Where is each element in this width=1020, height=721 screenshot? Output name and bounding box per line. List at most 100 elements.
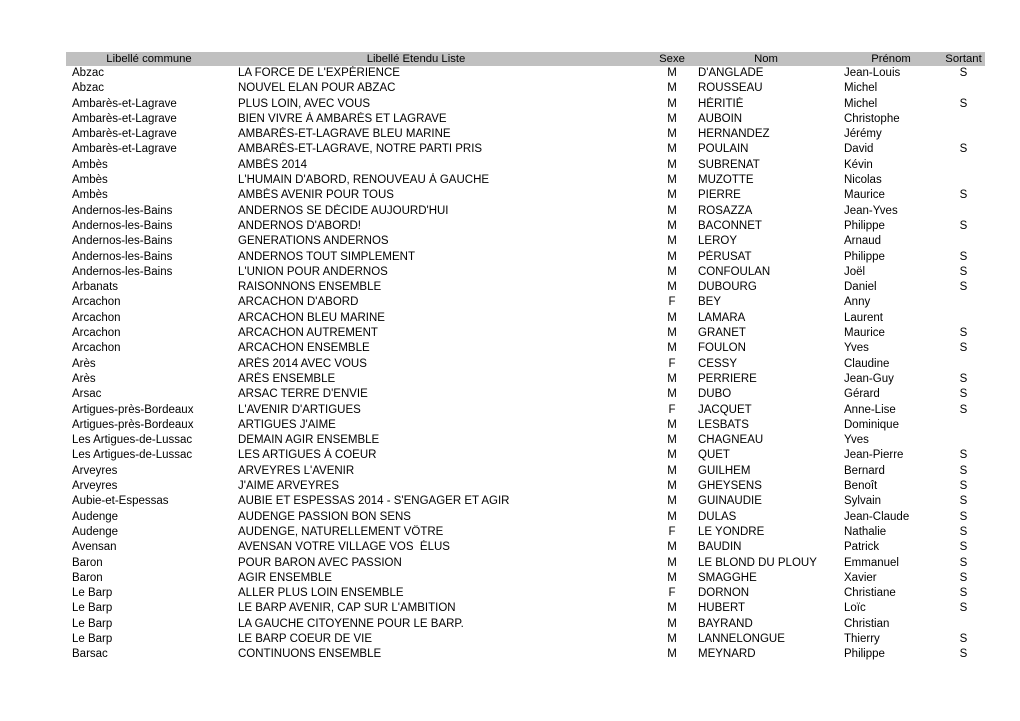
table-row[interactable]: Les Artigues-de-Lussac DEMAIN AGIR ENSEMB…: [66, 433, 985, 448]
cell-nom: CONFOULAN: [698, 265, 771, 278]
column-header-prenom[interactable]: Prénom: [840, 52, 942, 66]
column-header-commune[interactable]: Libellé commune: [66, 52, 238, 66]
table-row[interactable]: Le Barp ALLER PLUS LOIN ENSEMBLE F DORNON Ch…: [66, 586, 985, 601]
table-row[interactable]: Artigues-près-Bordeaux ARTIGUES J'AIME M LE…: [66, 418, 985, 433]
cell-prenom: Christophe: [844, 112, 900, 125]
cell-sexe: M: [667, 112, 677, 125]
table-row[interactable]: Ambès AMBÈS 2014 M SUBRENAT Kévin: [66, 158, 985, 173]
cell-nom: CESSY: [698, 357, 737, 370]
cell-nom: DUBO: [698, 388, 732, 401]
table-row[interactable]: Arbanats RAISONNONS ENSEMBLE M DUBOURG Danie…: [66, 280, 985, 295]
table-row[interactable]: Arsac ARSAC TERRE D'ENVIE M DUBO Gérard S: [66, 387, 985, 402]
table-row[interactable]: Arès ARÈS 2014 AVEC VOUS F CESSY Claudine: [66, 357, 985, 372]
table-row[interactable]: Le Barp LE BARP COEUR DE VIE M LANNELONGUE T…: [66, 632, 985, 647]
table-row[interactable]: Arveyres J'AIME ARVEYRES M GHEYSENS Benoît S: [66, 479, 985, 494]
cell-commune: Ambarès-et-Lagrave: [72, 143, 177, 156]
cell-sortant: S: [959, 587, 968, 600]
cell-sortant: S: [959, 449, 968, 462]
cell-prenom: Jean-Yves: [844, 204, 898, 217]
table-row[interactable]: Baron AGIR ENSEMBLE M SMAGGHE Xavier S: [66, 571, 985, 586]
cell-sexe: M: [667, 174, 677, 187]
cell-sexe: M: [667, 480, 677, 493]
table-row[interactable]: Le Barp LE BARP AVENIR, CAP SUR L'AMBITIO…: [66, 601, 985, 616]
cell-sortant: S: [959, 250, 968, 263]
cell-liste: ARSAC TERRE D'ENVIE: [238, 388, 368, 401]
cell-commune: Avensan: [72, 541, 117, 554]
column-header-sexe[interactable]: Sexe: [652, 52, 692, 66]
table-row[interactable]: Ambès AMBÈS AVENIR POUR TOUS M PIERRE Mauric…: [66, 188, 985, 203]
table-row[interactable]: Arcachon ARCACHON AUTREMENT M GRANET Maurice…: [66, 326, 985, 341]
cell-prenom: Philippe: [844, 648, 885, 661]
table-row[interactable]: Arcachon ARCACHON BLEU MARINE M LAMARA Laure…: [66, 311, 985, 326]
cell-sexe: M: [667, 571, 677, 584]
table-row[interactable]: Abzac NOUVEL ELAN POUR ABZAC M ROUSSEAU Mich…: [66, 81, 985, 96]
cell-sortant: S: [959, 480, 968, 493]
table-row[interactable]: Andernos-les-Bains ANDERNOS TOUT SIMPLEME…: [66, 250, 985, 265]
cell-prenom: Sylvain: [844, 495, 882, 508]
cell-nom: HUBERT: [698, 602, 746, 615]
cell-liste: LA GAUCHE CITOYENNE POUR LE BARP.: [238, 617, 464, 630]
cell-prenom: Philippe: [844, 219, 885, 232]
cell-sortant: S: [959, 97, 968, 110]
table-row[interactable]: Ambarès-et-Lagrave BIEN VIVRE À AMBARÈS E…: [66, 112, 985, 127]
cell-sexe: M: [667, 219, 677, 232]
cell-nom: GRANET: [698, 327, 746, 340]
table-row[interactable]: Andernos-les-Bains L'UNION POUR ANDERNOS M…: [66, 265, 985, 280]
cell-nom: POULAIN: [698, 143, 749, 156]
column-header-liste[interactable]: Libellé Etendu Liste: [238, 52, 652, 66]
table-row[interactable]: Le Barp LA GAUCHE CITOYENNE POUR LE BARP.…: [66, 617, 985, 632]
cell-commune: Andernos-les-Bains: [72, 219, 173, 232]
cell-sexe: M: [667, 204, 677, 217]
cell-sexe: M: [667, 418, 677, 431]
cell-prenom: Patrick: [844, 541, 880, 554]
table-row[interactable]: Barsac CONTINUONS ENSEMBLE M MEYNARD Philipp…: [66, 647, 985, 662]
cell-commune: Barsac: [72, 648, 108, 661]
table-row[interactable]: Ambès L'HUMAIN D'ABORD, RENOUVEAU À GAUCH…: [66, 173, 985, 188]
cell-sexe: M: [667, 510, 677, 523]
cell-sexe: M: [667, 372, 677, 385]
cell-sexe: M: [667, 327, 677, 340]
table-row[interactable]: Ambarès-et-Lagrave AMBARÈS-ET-LAGRAVE BLE…: [66, 127, 985, 142]
table-row[interactable]: Audenge AUDENGE PASSION BON SENS M DULAS Jea…: [66, 510, 985, 525]
cell-sexe: M: [667, 281, 677, 294]
table-row[interactable]: Andernos-les-Bains ANDERNOS D'ABORD! M BACO…: [66, 219, 985, 234]
table-row[interactable]: Ambarès-et-Lagrave AMBARÈS-ET-LAGRAVE, NO…: [66, 142, 985, 157]
table-row[interactable]: Abzac LA FORCE DE L'EXPÉRIENCE M D'ANGLADE J…: [66, 66, 985, 81]
column-header-sortant[interactable]: Sortant: [942, 52, 985, 66]
cell-prenom: Arnaud: [844, 235, 882, 248]
table-row[interactable]: Arcachon ARCACHON D'ABORD F BEY Anny: [66, 295, 985, 310]
table-row[interactable]: Arcachon ARCACHON ENSEMBLE M FOULON Yves S: [66, 341, 985, 356]
cell-sortant: S: [959, 281, 968, 294]
cell-liste: J'AIME ARVEYRES: [238, 480, 340, 493]
cell-commune: Abzac: [72, 67, 104, 79]
column-header-nom[interactable]: Nom: [692, 52, 840, 66]
cell-liste: ARCACHON BLEU MARINE: [238, 311, 385, 324]
cell-prenom: David: [844, 143, 874, 156]
cell-nom: HERNANDEZ: [698, 128, 770, 141]
table-row[interactable]: Arveyres ARVEYRES L'AVENIR M GUILHEM Bernard…: [66, 464, 985, 479]
cell-prenom: Nathalie: [844, 525, 887, 538]
table-row[interactable]: Avensan AVENSAN VOTRE VILLAGE VOS ÉLUS M BA…: [66, 540, 985, 555]
cell-commune: Le Barp: [72, 602, 113, 615]
table-row[interactable]: Artigues-près-Bordeaux L'AVENIR D'ARTIGUE…: [66, 403, 985, 418]
table-row[interactable]: Audenge AUDENGE, NATURELLEMENT VÔTRE F LE Y…: [66, 525, 985, 540]
cell-prenom: Christian: [844, 617, 890, 630]
cell-nom: LESBATS: [698, 418, 749, 431]
cell-commune: Artigues-près-Bordeaux: [72, 403, 194, 416]
cell-prenom: Bernard: [844, 464, 885, 477]
table-row[interactable]: Andernos-les-Bains GENERATIONS ANDERNOS M L…: [66, 234, 985, 249]
table-row[interactable]: Baron POUR BARON AVEC PASSION M LE BLOND DU…: [66, 556, 985, 571]
table-row[interactable]: Andernos-les-Bains ANDERNOS SE DÉCIDE AUJ…: [66, 204, 985, 219]
cell-liste: ARCACHON D'ABORD: [238, 296, 359, 309]
cell-commune: Andernos-les-Bains: [72, 250, 173, 263]
table-row[interactable]: Aubie-et-Espessas AUBIE ET ESPESSAS 2014 …: [66, 494, 985, 509]
cell-nom: BAUDIN: [698, 541, 742, 554]
cell-liste: LES ARTIGUES À COEUR: [238, 449, 377, 462]
table-row[interactable]: Arès ARÈS ENSEMBLE M PERRIERE Jean-Guy S: [66, 372, 985, 387]
cell-liste: AMBARÈS-ET-LAGRAVE BLEU MARINE: [238, 128, 451, 141]
cell-commune: Ambarès-et-Lagrave: [72, 97, 177, 110]
table-row[interactable]: Les Artigues-de-Lussac LES ARTIGUES À COE…: [66, 448, 985, 463]
cell-nom: LE BLOND DU PLOUY: [698, 556, 817, 569]
cell-liste: ANDERNOS SE DÉCIDE AUJOURD'HUI: [238, 204, 449, 217]
table-row[interactable]: Ambarès-et-Lagrave PLUS LOIN, AVEC VOUS M H…: [66, 97, 985, 112]
